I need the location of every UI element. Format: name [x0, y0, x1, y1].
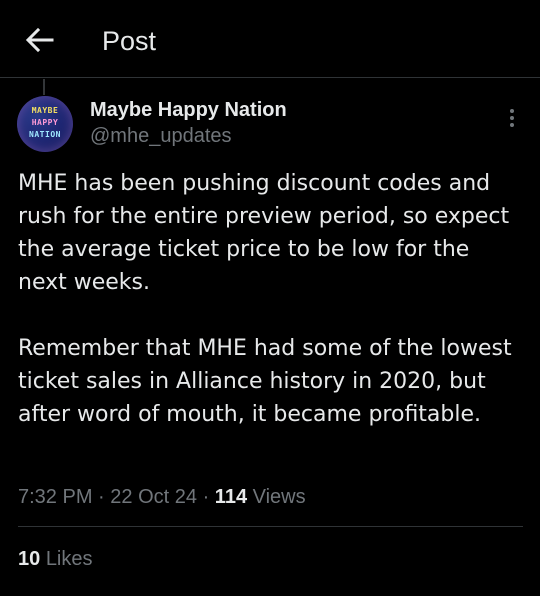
meta-separator: · — [202, 486, 210, 508]
author-handle[interactable]: @mhe_updates — [90, 124, 232, 148]
tweet-date[interactable]: 22 Oct 24 — [110, 486, 197, 508]
divider — [18, 526, 523, 527]
avatar[interactable]: MAYBE HAPPY NATION — [17, 96, 73, 152]
page-title: Post — [102, 26, 157, 56]
views-label: Views — [252, 486, 306, 508]
tweet-body: MHE has been pushing discount codes and … — [18, 167, 523, 431]
tweet-meta: 7:32 PM · 22 Oct 24 · 114 Views — [18, 484, 306, 510]
likes-count: 10 — [18, 548, 41, 570]
tweet-time[interactable]: 7:32 PM — [18, 486, 92, 508]
thread-connector-line — [43, 79, 45, 95]
views-count: 114 — [214, 486, 248, 508]
tweet-paragraph-1: MHE has been pushing discount codes and … — [18, 171, 510, 295]
back-button[interactable] — [22, 24, 58, 56]
avatar-line-1: MAYBE — [31, 106, 59, 115]
avatar-line-3: NATION — [29, 130, 61, 139]
author-display-name[interactable]: Maybe Happy Nation — [90, 98, 287, 122]
arrow-left-icon — [25, 27, 54, 53]
avatar-line-2: HAPPY — [31, 118, 59, 127]
tweet-paragraph-2: Remember that MHE had some of the lowest… — [18, 336, 512, 427]
likes-label: Likes — [45, 548, 93, 570]
likes-stat[interactable]: 10 Likes — [18, 546, 93, 572]
avatar-logo-text: MAYBE HAPPY NATION — [17, 105, 73, 141]
meta-separator: · — [98, 486, 105, 508]
top-header: Post — [0, 0, 540, 78]
more-options-button[interactable] — [502, 106, 522, 130]
more-vertical-icon — [510, 109, 514, 127]
